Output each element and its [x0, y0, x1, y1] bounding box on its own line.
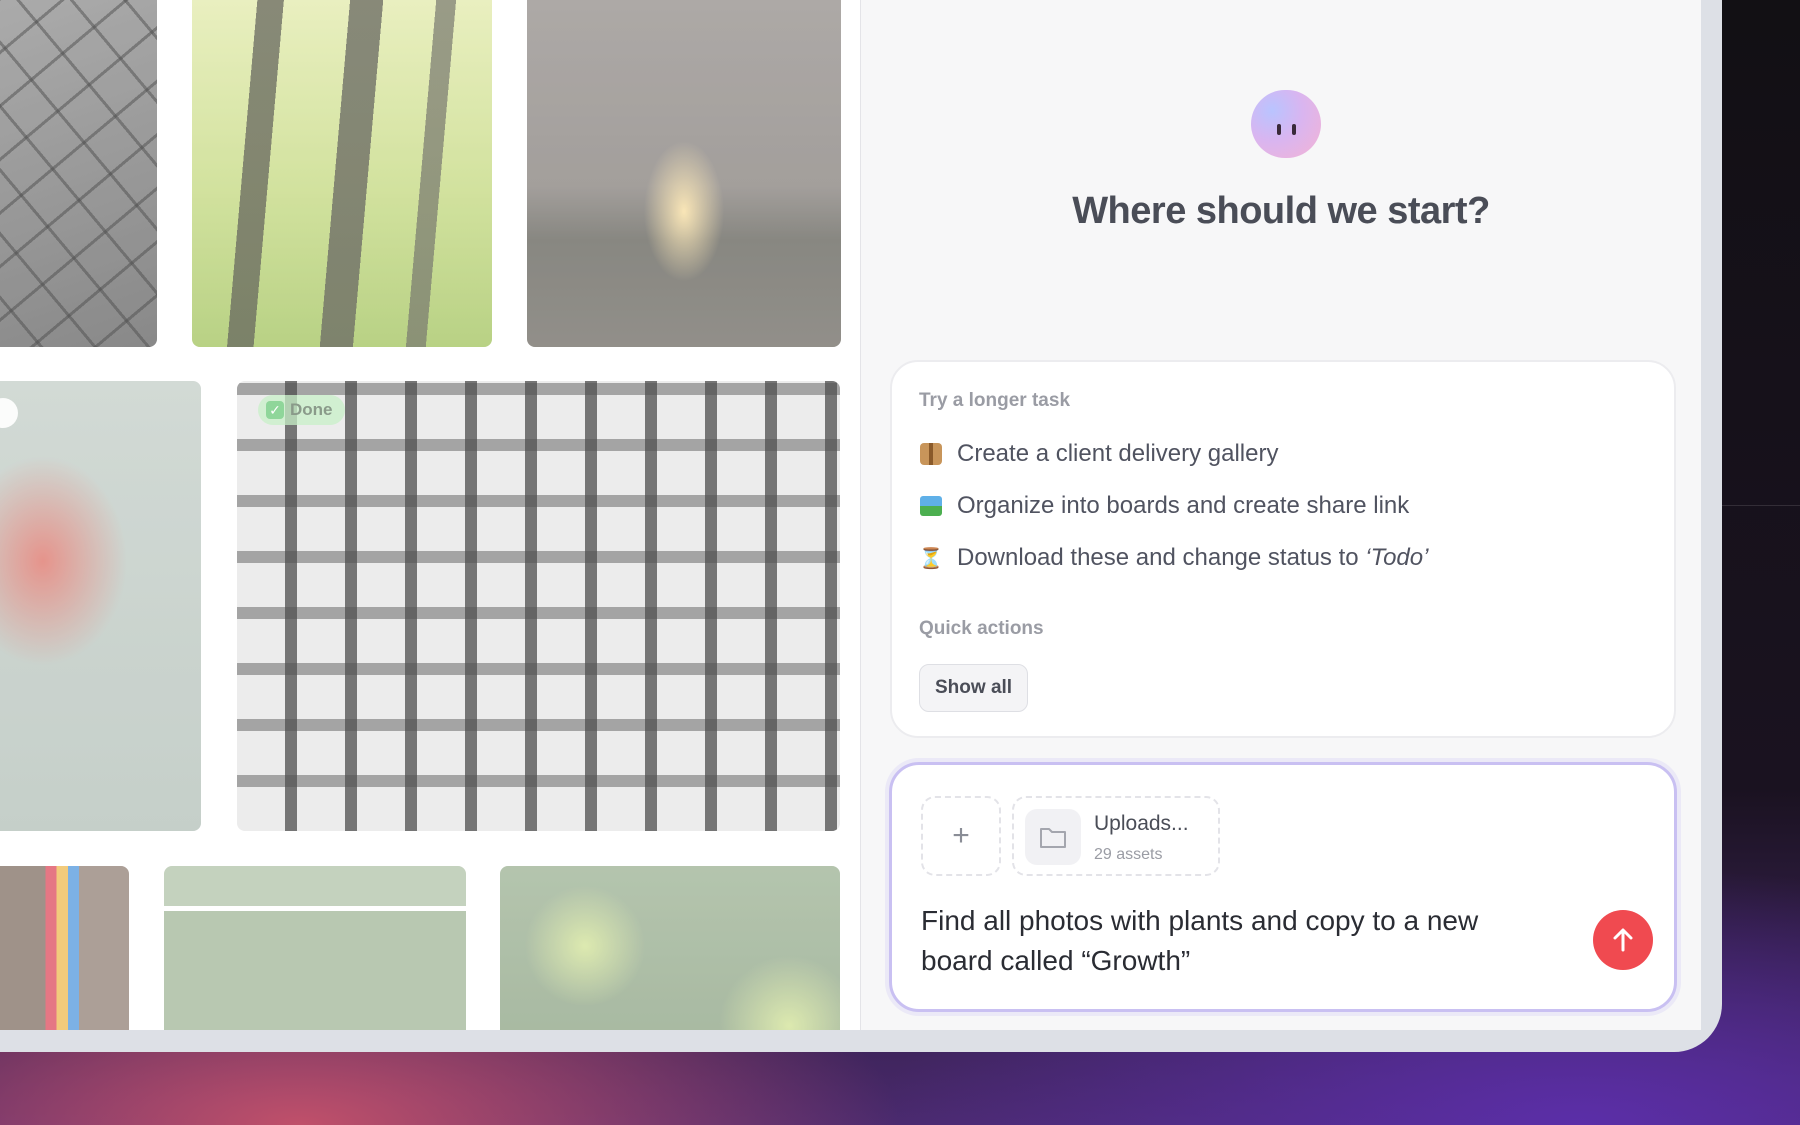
attachment-count: 29 assets — [1094, 846, 1163, 863]
page-title: Where should we start? — [1072, 190, 1490, 232]
send-button[interactable] — [1593, 910, 1653, 970]
assistant-avatar — [1251, 90, 1321, 158]
avatar-eye-right — [1292, 124, 1296, 135]
task-organize-boards[interactable]: Organize into boards and create share li… — [919, 488, 1409, 524]
photo-pink-flower[interactable] — [0, 381, 201, 831]
task-label: Create a client delivery gallery — [957, 440, 1279, 467]
task-label: Organize into boards and create share li… — [957, 492, 1410, 519]
photo-architecture[interactable] — [0, 0, 157, 347]
check-icon: ✓ — [266, 401, 284, 419]
arrow-up-icon — [1613, 928, 1633, 952]
status-badge-label: Done — [290, 400, 333, 419]
add-attachment-button[interactable]: + — [921, 796, 1001, 876]
prompt-composer[interactable]: + Uploads... 29 assets Find all photos w… — [889, 762, 1677, 1012]
photo-stadium-seats[interactable] — [237, 381, 840, 831]
suggestions-card: Try a longer task Create a client delive… — [890, 360, 1676, 738]
avatar-eye-left — [1277, 124, 1281, 135]
hourglass-icon: ⏳ — [918, 547, 944, 570]
photo-tennis-shadow[interactable] — [164, 866, 466, 1030]
app-window: ✓ Done Where should we start? Try a long… — [0, 0, 1722, 1052]
longer-task-label: Try a longer task — [919, 390, 1071, 411]
plus-icon: + — [952, 819, 970, 852]
photo-rainbow-light[interactable] — [0, 866, 129, 1030]
photo-gallery: ✓ Done — [0, 0, 860, 1030]
show-all-button[interactable]: Show all — [919, 664, 1029, 712]
status-badge-done: ✓ Done — [258, 395, 345, 425]
task-label: Download these and change status to ‘Tod… — [957, 544, 1429, 571]
photo-lit-doorway[interactable] — [527, 0, 841, 347]
task-download-change-status[interactable]: ⏳ Download these and change status to ‘T… — [918, 540, 1429, 576]
prompt-input[interactable]: Find all photos with plants and copy to … — [921, 901, 1541, 981]
quick-actions-label: Quick actions — [919, 618, 1044, 639]
attachment-chip-uploads[interactable]: Uploads... 29 assets — [1012, 796, 1220, 876]
package-icon — [919, 442, 943, 466]
assistant-panel: Where should we start? Try a longer task… — [861, 0, 1701, 1030]
folder-icon — [1025, 809, 1081, 865]
attachment-title: Uploads... — [1094, 812, 1189, 835]
photo-green-water[interactable] — [500, 866, 840, 1030]
photo-birch-trees[interactable] — [192, 0, 492, 347]
backdrop-divider-line — [1720, 505, 1800, 506]
picture-icon — [919, 494, 943, 518]
task-client-delivery-gallery[interactable]: Create a client delivery gallery — [919, 436, 1278, 472]
